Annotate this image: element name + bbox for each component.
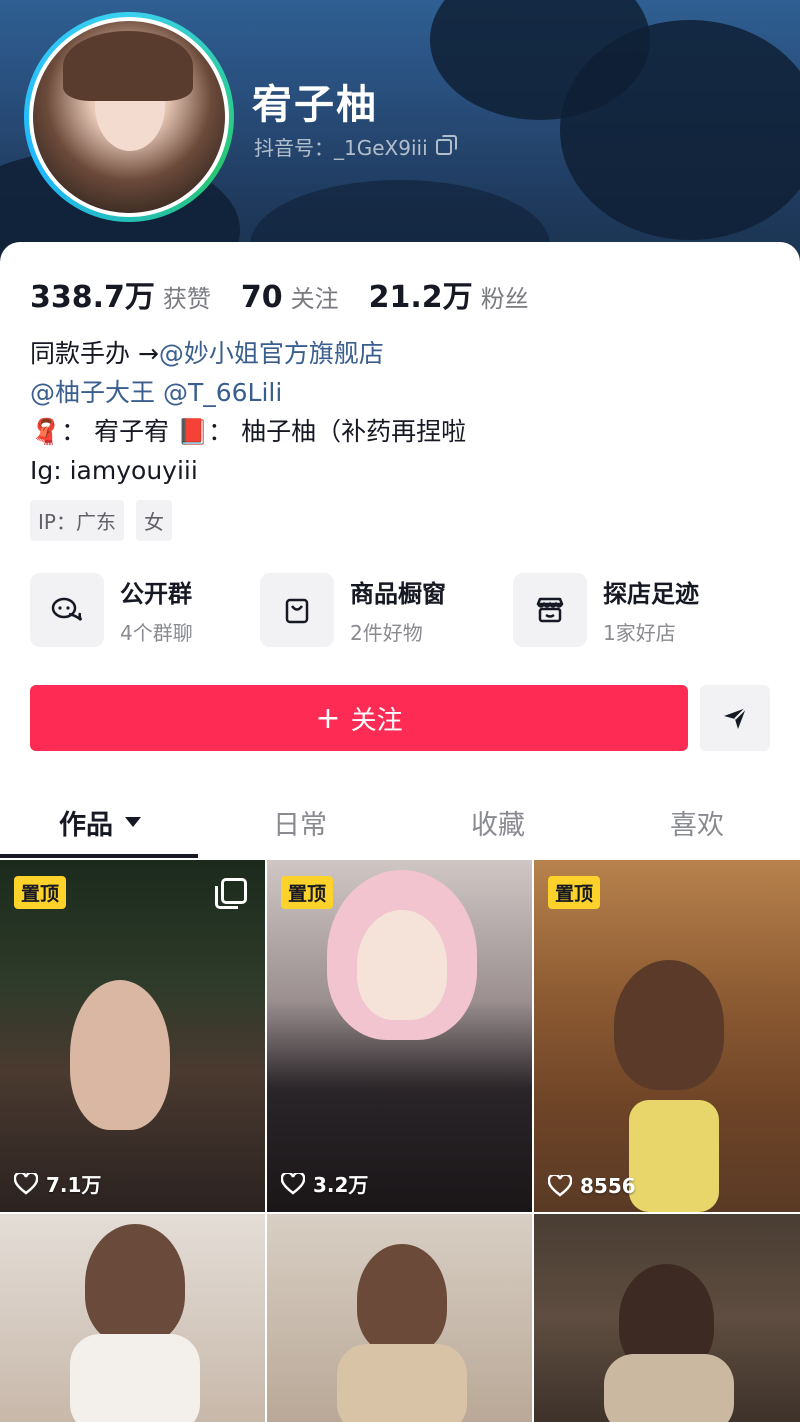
entry-title: 探店足迹 xyxy=(603,580,699,608)
video-grid: 置顶 7.1万 置顶 3.2万 置顶 8556 xyxy=(0,860,800,1422)
heart-icon xyxy=(548,1175,572,1197)
video-tile[interactable] xyxy=(267,1214,532,1422)
entry-subtitle: 1家好店 xyxy=(603,621,676,645)
like-count: 3.2万 xyxy=(281,1169,368,1198)
profile-entries: 公开群 4个群聊 商品橱窗 2件好物 探店足迹 1家好店 xyxy=(30,573,770,649)
tab-label: 喜欢 xyxy=(670,809,724,841)
profile-tags: IP：广东 女 xyxy=(30,500,172,541)
profile-nickname: 宥子柚 xyxy=(252,82,378,128)
tab-active-indicator xyxy=(0,854,198,858)
entry-public-group[interactable]: 公开群 4个群聊 xyxy=(30,573,193,647)
banner-tree xyxy=(560,20,800,240)
video-tile[interactable]: 置顶 7.1万 xyxy=(0,860,265,1212)
bio-line: 🧣： 宥子宥 📕： 柚子柚（补药再捏啦 xyxy=(30,417,467,446)
shopping-bag-icon xyxy=(260,573,334,647)
send-arrow-icon xyxy=(724,707,747,729)
follow-button[interactable]: + 关注 xyxy=(30,685,688,751)
send-message-button[interactable] xyxy=(700,685,770,751)
video-thumbnail xyxy=(357,1244,447,1354)
video-tile[interactable]: 置顶 8556 xyxy=(534,860,800,1212)
video-thumbnail-body xyxy=(604,1354,734,1422)
entry-subtitle: 2件好物 xyxy=(350,621,423,645)
video-tile[interactable] xyxy=(0,1214,265,1422)
heart-icon xyxy=(281,1172,305,1195)
video-tile[interactable]: 置顶 3.2万 xyxy=(267,860,532,1212)
follow-label: 关注 xyxy=(350,705,403,736)
bio-link-user[interactable]: @柚子大王 xyxy=(30,378,155,407)
bio-text: 同款手办 → xyxy=(30,339,159,368)
video-thumbnail xyxy=(70,980,170,1130)
storefront-icon xyxy=(513,573,587,647)
video-tile[interactable] xyxy=(534,1214,800,1422)
multi-image-icon xyxy=(215,878,247,909)
copy-icon[interactable] xyxy=(435,134,457,155)
stat-label: 关注 xyxy=(290,285,339,313)
stat-value: 21.2万 xyxy=(368,280,473,315)
tab-likes[interactable]: 喜欢 xyxy=(597,786,797,858)
tab-works[interactable]: 作品 xyxy=(0,786,200,858)
like-count-text: 8556 xyxy=(580,1174,636,1198)
pinned-badge: 置顶 xyxy=(548,876,601,909)
content-tabs: 作品 日常 收藏 喜欢 xyxy=(0,786,800,858)
entry-title: 公开群 xyxy=(120,580,192,608)
ip-location-tag: IP：广东 xyxy=(30,500,124,541)
video-thumbnail-face xyxy=(357,910,447,1020)
stat-value: 338.7万 xyxy=(30,280,155,315)
chat-bubbles-icon xyxy=(30,573,104,647)
tab-label: 作品 xyxy=(59,809,113,841)
video-thumbnail xyxy=(614,960,724,1090)
video-thumbnail-body xyxy=(337,1344,467,1422)
stat-value: 70 xyxy=(240,280,283,315)
video-thumbnail xyxy=(85,1224,185,1344)
stat-followers[interactable]: 21.2万 粉丝 xyxy=(369,272,529,316)
bio-line: Ig: iamyouyiii xyxy=(30,456,198,485)
gender-tag: 女 xyxy=(135,500,172,541)
douyin-id[interactable]: 抖音号：_1GeX9iii xyxy=(254,132,457,161)
like-count-text: 3.2万 xyxy=(313,1173,369,1197)
tab-label: 收藏 xyxy=(471,809,525,841)
heart-icon xyxy=(14,1172,38,1195)
stat-label: 粉丝 xyxy=(480,285,529,313)
like-count-text: 7.1万 xyxy=(46,1173,102,1197)
video-thumbnail-body xyxy=(629,1100,719,1212)
tab-daily[interactable]: 日常 xyxy=(200,786,400,858)
entry-title: 商品橱窗 xyxy=(350,580,446,608)
avatar-image xyxy=(33,21,225,213)
tab-label: 日常 xyxy=(273,809,327,841)
bio-line: 同款手办 →@妙小姐官方旗舰店 xyxy=(30,334,466,373)
tab-favorites[interactable]: 收藏 xyxy=(398,786,598,858)
pinned-badge: 置顶 xyxy=(281,876,334,909)
bio-link-store[interactable]: @妙小姐官方旗舰店 xyxy=(159,339,384,368)
caret-down-icon xyxy=(125,817,141,827)
entry-subtitle: 4个群聊 xyxy=(120,621,193,645)
entry-store-visits[interactable]: 探店足迹 1家好店 xyxy=(513,573,699,647)
like-count: 7.1万 xyxy=(14,1169,101,1198)
profile-stats: 338.7万 获赞 70 关注 21.2万 粉丝 xyxy=(30,272,529,316)
plus-icon: + xyxy=(315,700,341,736)
pinned-badge: 置顶 xyxy=(14,876,67,909)
like-count: 8556 xyxy=(548,1174,636,1198)
douyin-id-text: 抖音号：_1GeX9iii xyxy=(254,136,428,160)
stat-following[interactable]: 70 关注 xyxy=(241,279,339,315)
bio-line: @柚子大王 @T_66Lili xyxy=(30,373,466,412)
video-thumbnail-body xyxy=(70,1334,200,1422)
bio-link-user[interactable]: @T_66Lili xyxy=(163,378,282,407)
stat-label: 获赞 xyxy=(162,285,211,313)
stat-likes: 338.7万 获赞 xyxy=(30,272,211,316)
entry-shop-window[interactable]: 商品橱窗 2件好物 xyxy=(260,573,446,647)
avatar[interactable] xyxy=(24,12,234,222)
profile-bio: 同款手办 →@妙小姐官方旗舰店 @柚子大王 @T_66Lili 🧣： 宥子宥 📕… xyxy=(30,334,466,490)
